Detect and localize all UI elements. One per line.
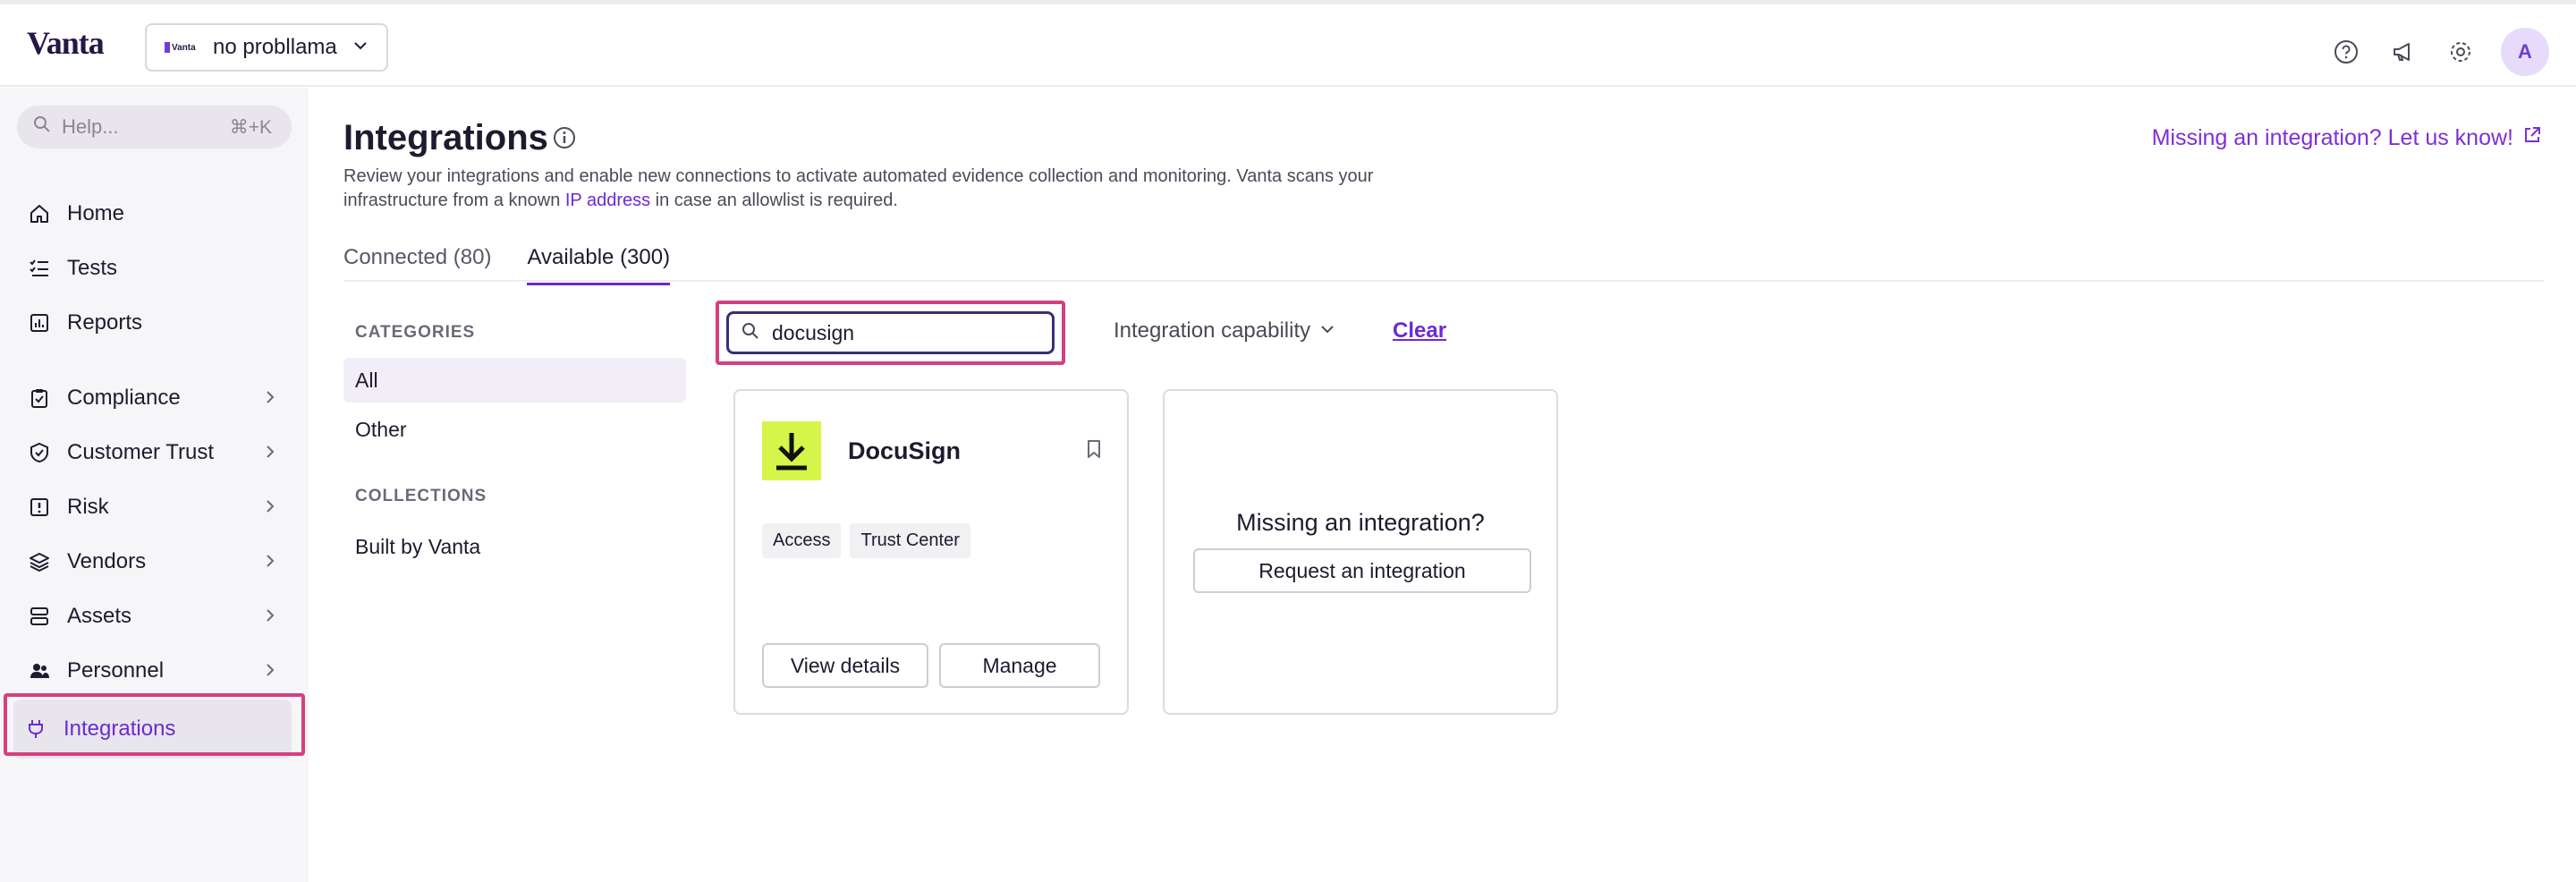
- clear-filters-link[interactable]: Clear: [1393, 318, 1446, 343]
- chevron-right-icon: [263, 386, 277, 411]
- sidebar-item-assets[interactable]: Assets: [17, 592, 292, 640]
- missing-integration-title: Missing an integration?: [1236, 509, 1485, 536]
- request-integration-button[interactable]: Request an integration: [1193, 548, 1531, 593]
- category-all[interactable]: All: [343, 358, 686, 403]
- view-details-button[interactable]: View details: [762, 643, 928, 688]
- missing-integration-link[interactable]: Missing an integration? Let us know!: [2152, 125, 2542, 151]
- chevron-down-icon: [352, 37, 369, 59]
- checklist-icon: [28, 257, 51, 280]
- card-actions: View details Manage: [762, 643, 1100, 688]
- plug-icon: [24, 717, 47, 741]
- integration-card-docusign[interactable]: DocuSign Access Trust Center View detail…: [733, 389, 1129, 715]
- org-logo: Vanta: [165, 40, 202, 55]
- shortcut-hint: ⌘+K: [229, 116, 272, 138]
- sidebar-item-customer-trust[interactable]: Customer Trust: [17, 428, 292, 477]
- shield-check-icon: [28, 441, 51, 464]
- help-search-placeholder: Help...: [62, 115, 119, 138]
- chevron-right-icon: [263, 495, 277, 520]
- search-icon: [741, 321, 759, 345]
- stack-icon: [28, 550, 51, 573]
- sidebar-item-tests[interactable]: Tests: [17, 244, 292, 293]
- integration-name: DocuSign: [848, 437, 961, 464]
- chevron-right-icon: [263, 549, 277, 574]
- top-header: Vanta Vanta no probllama A: [0, 4, 2576, 87]
- missing-integration-card: Missing an integration? Request an integ…: [1163, 389, 1558, 715]
- sidebar-item-compliance[interactable]: Compliance: [17, 374, 292, 422]
- download-arrow-icon: [776, 433, 807, 471]
- sidebar-item-vendors[interactable]: Vendors: [17, 538, 292, 586]
- org-name: no probllama: [213, 35, 337, 59]
- sidebar-item-risk[interactable]: Risk: [17, 483, 292, 531]
- chevron-down-icon: [1319, 318, 1335, 343]
- integration-search-input[interactable]: docusign: [726, 311, 1055, 354]
- search-value: docusign: [772, 320, 855, 344]
- integration-capability-dropdown[interactable]: Integration capability: [1114, 318, 1335, 343]
- chevron-right-icon: [263, 658, 277, 683]
- bookmark-icon[interactable]: [1086, 439, 1102, 463]
- main-content: Integrations Missing an integration? Let…: [309, 88, 2576, 882]
- alert-square-icon: [28, 496, 51, 519]
- tabs-divider: [343, 280, 2544, 282]
- org-switcher[interactable]: Vanta no probllama: [145, 23, 388, 72]
- sidebar-item-reports[interactable]: Reports: [17, 299, 292, 347]
- tag-trust-center: Trust Center: [850, 523, 970, 558]
- gear-icon[interactable]: [2442, 33, 2479, 71]
- category-other[interactable]: Other: [343, 407, 686, 452]
- external-link-icon: [2522, 125, 2542, 151]
- page-title: Integrations: [343, 118, 548, 157]
- header-actions: A: [2327, 28, 2549, 76]
- info-icon[interactable]: [552, 125, 577, 155]
- chevron-right-icon: [263, 604, 277, 629]
- manage-button[interactable]: Manage: [939, 643, 1100, 688]
- search-highlight: docusign: [716, 301, 1065, 365]
- sidebar-item-personnel[interactable]: Personnel: [17, 647, 292, 695]
- categories-heading: CATEGORIES: [355, 323, 476, 342]
- collection-built-by-vanta[interactable]: Built by Vanta: [343, 524, 686, 569]
- tag-access: Access: [762, 523, 842, 558]
- home-icon: [28, 202, 51, 225]
- ip-address-link[interactable]: IP address: [565, 191, 650, 210]
- sidebar: Help... ⌘+K Home Tests Reports Complianc…: [0, 88, 309, 882]
- help-circle-icon[interactable]: [2327, 33, 2365, 71]
- people-icon: [28, 659, 51, 683]
- docusign-logo: [762, 421, 821, 480]
- page-description: Review your integrations and enable new …: [343, 166, 1374, 210]
- collections-heading: COLLECTIONS: [355, 487, 487, 505]
- avatar[interactable]: A: [2501, 28, 2549, 76]
- server-icon: [28, 605, 51, 628]
- vanta-logo[interactable]: Vanta: [27, 24, 105, 62]
- search-icon: [33, 115, 51, 139]
- help-search[interactable]: Help... ⌘+K: [17, 106, 292, 148]
- sidebar-item-home[interactable]: Home: [17, 190, 292, 238]
- chevron-right-icon: [263, 440, 277, 465]
- clipboard-check-icon: [28, 386, 51, 410]
- sidebar-item-integrations[interactable]: Integrations: [13, 700, 292, 759]
- capability-tags: Access Trust Center: [762, 523, 970, 558]
- chart-icon: [28, 311, 51, 335]
- megaphone-icon[interactable]: [2385, 33, 2422, 71]
